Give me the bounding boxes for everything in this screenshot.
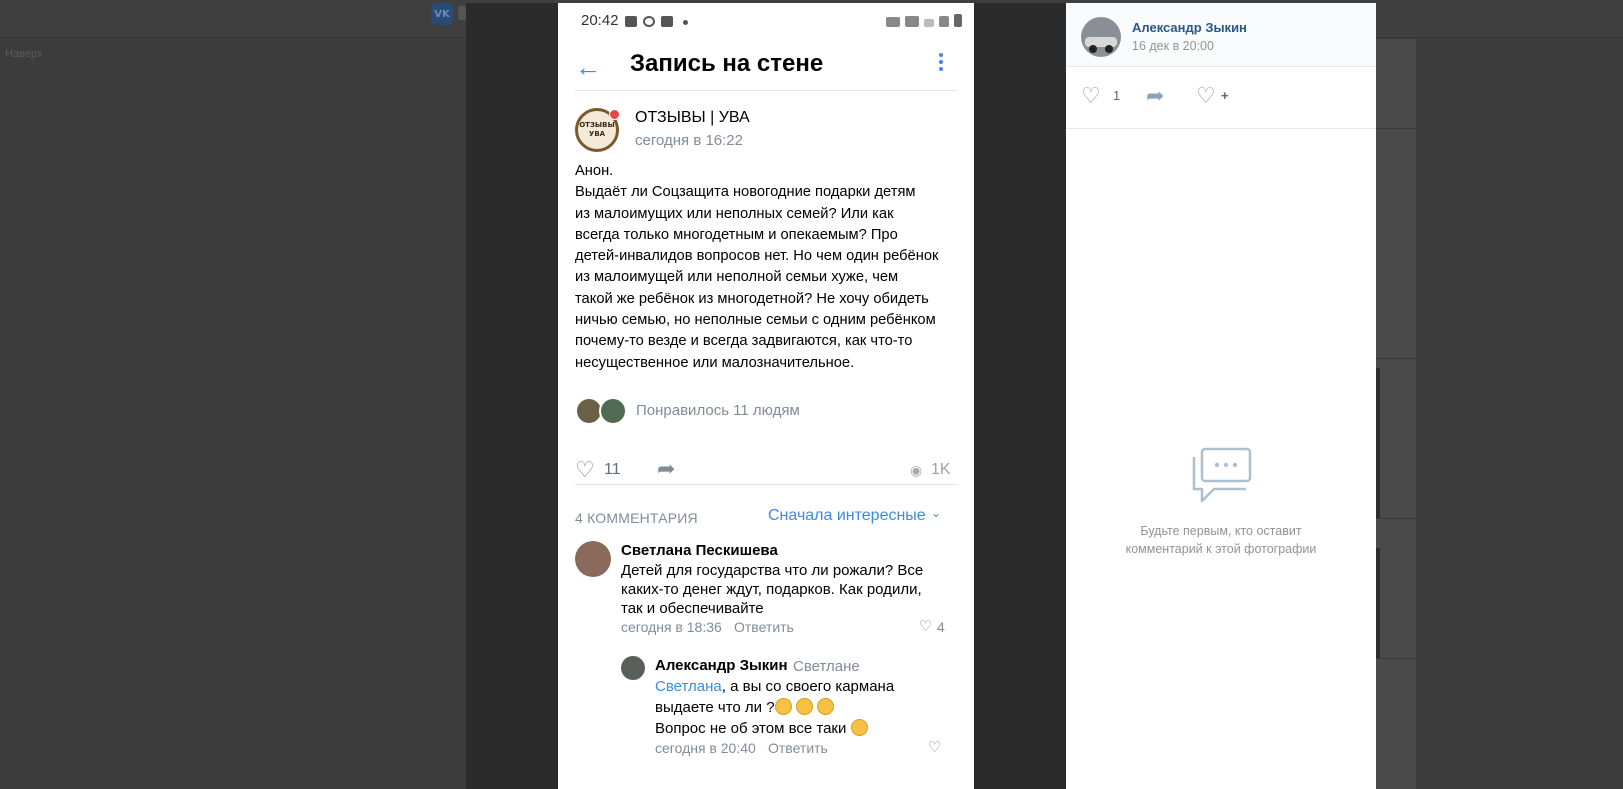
avatar[interactable] [621,656,645,680]
comments-count: 4 КОММЕНТАРИЯ [575,510,698,526]
side-panel-header: Александр Зыкин 16 дек в 20:00 [1066,3,1376,67]
comment-date: сегодня в 18:36 [621,619,722,635]
comment-text: Светлана, а вы со своего кармана выдаете… [655,678,895,737]
battery-icon [954,14,962,27]
post-header: ← Запись на стене [558,47,974,91]
comment-text: Детей для государства что ли рожали? Все… [621,562,924,617]
liked-by-label[interactable]: Понравилось 11 людям [636,402,800,419]
rofl-emoji-icon [774,698,792,715]
comments-sort-button[interactable]: Сначала интересные [768,507,926,525]
post-text: Анон. Выдаёт ли Соцзащита новогодние под… [575,163,939,371]
avatar [599,397,627,425]
eye-icon: ◉ [910,462,923,478]
back-arrow-icon[interactable]: ← [575,53,601,81]
empty-comments-message: Будьте первым, кто оставит комментарий к… [1125,524,1317,556]
signal-icon-2 [939,16,949,27]
mention-link[interactable]: Светлана [655,678,722,695]
notification-badge [609,109,620,120]
views-count: 1K [931,461,951,478]
call-icon [905,16,919,27]
signal-icon [924,19,934,27]
rofl-emoji-icon [850,719,868,736]
background-header-fragment [458,6,466,20]
divider [575,90,957,91]
page-title: Запись на стене [630,50,824,77]
photo-author[interactable]: Александр Зыкин [1132,20,1247,35]
comment-date: сегодня в 20:40 [655,740,756,756]
comment-author[interactable]: Александр Зыкин [655,657,788,674]
rofl-emoji-icon [795,698,813,715]
dot-icon [683,20,688,25]
divider [575,484,957,485]
status-icons [886,14,962,27]
reply-button[interactable]: Ответить [768,740,828,756]
rofl-emoji-icon [816,698,834,715]
like-count: 11 [604,461,621,478]
post-date: сегодня в 16:22 [635,132,743,149]
comments-empty-icon [1192,447,1252,503]
favorite-heart-icon[interactable]: ♡ [1196,85,1216,107]
avatar[interactable] [1081,17,1121,57]
vk-notification-icon [661,16,673,27]
scroll-to-top-link[interactable]: Наверх [5,48,42,60]
side-panel-actions: ♡ 1 ➦ ♡ + [1066,67,1376,129]
photo-date[interactable]: 16 дек в 20:00 [1132,39,1214,53]
photo-side-panel: Александр Зыкин 16 дек в 20:00 ♡ 1 ➦ ♡ +… [1066,3,1376,789]
favorite-plus[interactable]: + [1221,88,1229,103]
search-icon [643,16,655,27]
heart-icon[interactable]: ♡ [1081,85,1101,107]
chevron-down-icon[interactable]: ⌄ [931,506,941,520]
wifi-icon [886,17,900,27]
heart-icon[interactable]: ♡ [919,617,932,635]
heart-icon[interactable]: ♡ [928,738,941,756]
image-icon [625,16,637,27]
share-icon[interactable]: ➦ [657,458,675,480]
vk-logo-icon: VK [431,3,453,25]
phone-status-bar: 20:42 [558,12,974,32]
reply-to-label[interactable]: Светлане [793,658,860,675]
status-time: 20:42 [581,12,619,29]
avatar[interactable] [575,541,611,577]
photo-screenshot[interactable]: 20:42 ← Запись на стене ОТЗЫВЫ УВА ОТЗЫВ… [558,3,974,789]
heart-icon[interactable]: ♡ [575,459,595,481]
post-author[interactable]: ОТЗЫВЫ | УВА [635,109,750,127]
comment-author[interactable]: Светлана Пескишева [621,542,778,559]
comment-like-count: 4 [937,619,945,635]
background-content-strip [1376,38,1416,789]
more-vertical-icon[interactable] [938,53,944,71]
reply-button[interactable]: Ответить [734,619,794,635]
share-icon[interactable]: ➦ [1146,85,1164,107]
photo-like-count: 1 [1113,88,1121,103]
